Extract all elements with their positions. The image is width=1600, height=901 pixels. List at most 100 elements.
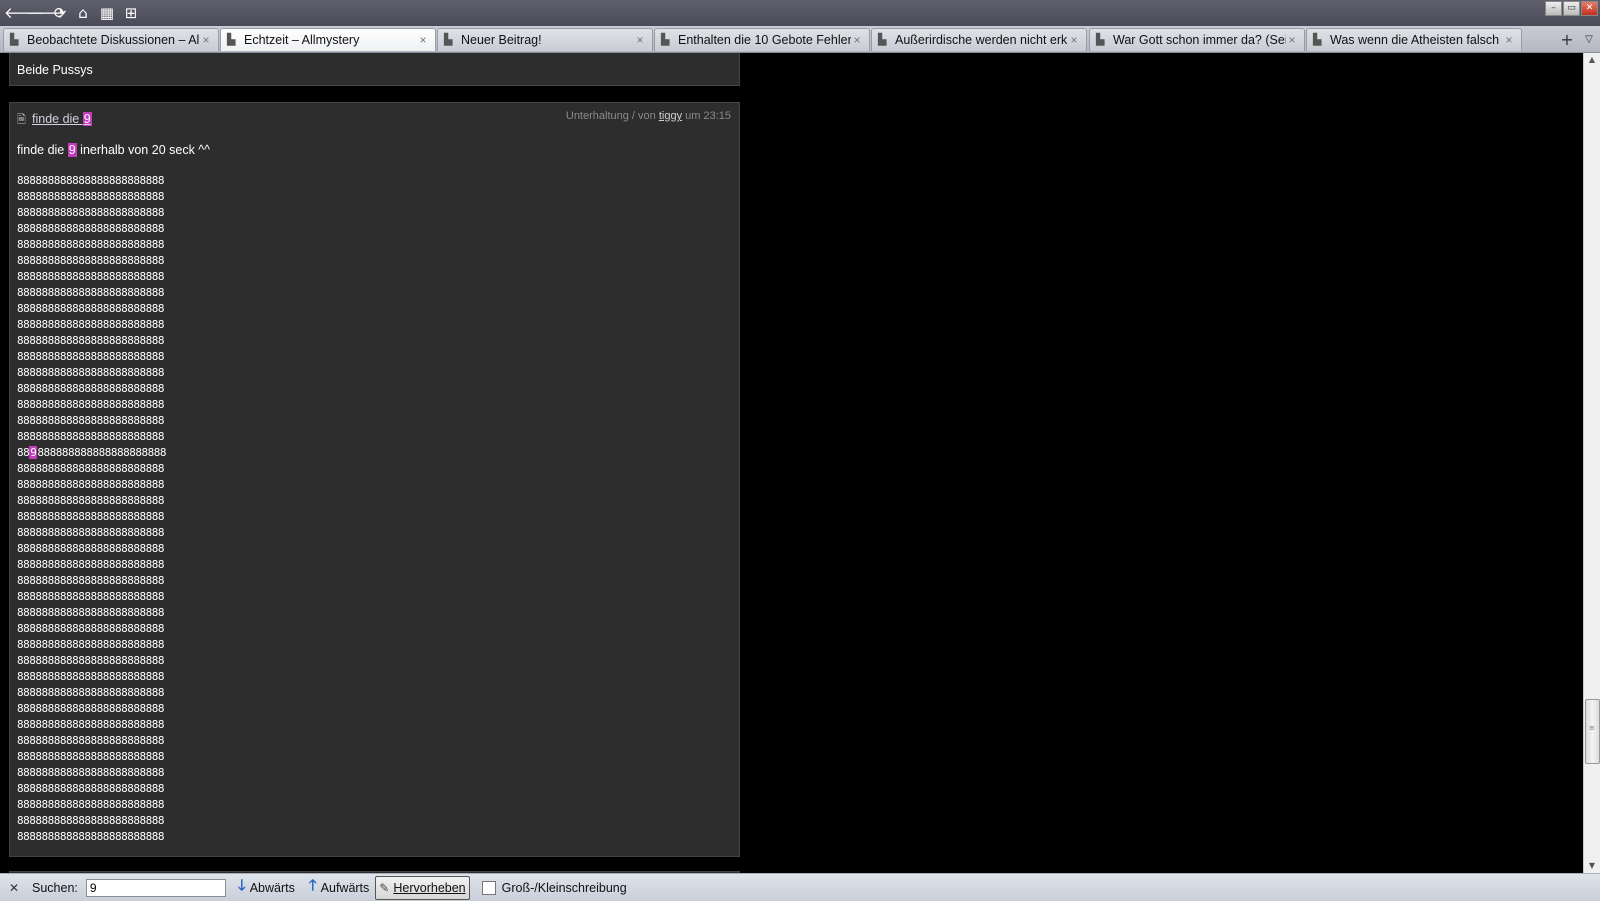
forward-arrow-icon[interactable]: 🡒 [26,3,66,23]
grid-line: 888888888888888888888888 [17,254,164,267]
minimize-button[interactable]: – [1545,1,1562,16]
grid-line: 888888888888888888888888 [17,558,164,571]
page-icon: ▙ [227,33,236,46]
grid-line: 888888888888888888888888 [17,510,164,523]
grid-line: 888888888888888888888888 [17,766,164,779]
browser-tab[interactable]: ▙ War Gott schon immer da? (Seit... × [1089,28,1305,51]
back-arrow-icon[interactable]: 🡐 [4,3,44,23]
grid-line: 888888888888888888888888 [17,526,164,539]
grid-line: 888888888888888888888888 [17,270,164,283]
grid-line-suffix: 888888888888888888888 [37,446,166,459]
grid-line: 888888888888888888888888 [17,398,164,411]
find-bar: ✕ Suchen: 🡓Abwärts 🡑Aufwärts ✎Hervorhebe… [0,873,1600,901]
tab-label: Beobachtete Diskussionen – All... [27,33,200,47]
search-highlight: 9 [67,143,77,157]
tab-close-icon[interactable]: × [417,33,429,47]
tab-close-icon[interactable]: × [1068,33,1080,47]
post-title-link[interactable]: finde die 9 [32,112,92,126]
find-previous-label: Aufwärts [320,880,370,895]
grid-line: 888888888888888888888888 [17,350,164,363]
grid-line: 888888888888888888888888 [17,478,164,491]
tiles-icon[interactable]: ▦ [97,3,117,23]
grid-line: 888888888888888888888888 [17,590,164,603]
post-text: Beide Pussys [17,63,93,77]
post-intro: finde die 9 inerhalb von 20 seck ^^ [17,143,210,157]
grid-line: 888888888888888888888888 [17,606,164,619]
find-input[interactable] [85,878,226,897]
grid-line: 888888888888888888888888 [17,222,164,235]
intro-text: finde die [17,143,68,157]
scrollbar-thumb[interactable]: ≡ [1585,699,1600,764]
browser-tab[interactable]: ▙ Außerirdische werden nicht erk... × [871,28,1087,51]
post-time: um 23:15 [682,110,731,122]
checkbox-box[interactable] [481,880,496,895]
tab-close-icon[interactable]: × [634,33,646,47]
previous-post: Beide Pussys [9,53,740,86]
tab-close-icon[interactable]: × [1286,33,1298,47]
page-icon: ▙ [1096,33,1105,46]
grid-line: 888888888888888888888888 [17,542,164,555]
post-title-text: finde die [32,112,83,126]
grid-line: 888888888888888888888888 [17,414,164,427]
arrow-up-icon: 🡑 [308,877,317,894]
close-window-button[interactable]: ✕ [1581,1,1598,16]
scroll-down-arrow-icon[interactable]: ▼ [1584,859,1600,873]
scroll-up-arrow-icon[interactable]: ▲ [1584,53,1600,67]
grid-line: 888888888888888888888888 [17,718,164,731]
match-case-checkbox[interactable]: Groß-/Kleinschreibung [480,877,629,899]
page-icon: ▙ [661,33,670,46]
browser-tab[interactable]: ▙ Enthalten die 10 Gebote Fehler? ...× [654,28,870,51]
grid-line: 888888888888888888888888 [17,318,164,331]
grid-line: 888888888888888888888888 [17,462,164,475]
tab-close-icon[interactable]: × [1503,33,1515,47]
maximize-button[interactable]: ▭ [1563,1,1580,16]
author-link[interactable]: tiggy [659,110,682,122]
page-icon: ▙ [1313,33,1322,46]
grid-line: 888888888888888888888888 [17,494,164,507]
grid-line: 888888888888888888888888 [17,750,164,763]
match-case-label: Groß-/Kleinschreibung [501,880,627,895]
grid-line: 888888888888888888888888 [17,334,164,347]
grip-icon: ≡ [1589,724,1595,732]
tab-label: Echtzeit – Allmystery [244,33,360,47]
grid-line: 889888888888888888888888 [17,445,166,461]
highlight-all-button[interactable]: ✎ Hervorheben [375,875,470,900]
find-previous-button[interactable]: 🡑 Aufwärts [307,877,371,899]
page-icon: ▙ [878,33,887,46]
search-highlight: 9 [82,112,92,126]
tab-close-icon[interactable]: × [851,33,863,47]
tab-label: Außerirdische werden nicht erk... [895,33,1068,47]
tab-list-button[interactable]: ▽ [1581,30,1597,50]
grid-line: 888888888888888888888888 [17,782,164,795]
bookmark-icon[interactable]: ⊞ [121,3,141,23]
grid-line-prefix: 88 [17,446,30,459]
close-findbar-icon[interactable]: ✕ [6,881,22,895]
grid-line: 888888888888888888888888 [17,830,164,843]
find-next-label: Abwärts [249,880,295,895]
browser-tab[interactable]: ▙ Was wenn die Atheisten falsch li... × [1306,28,1522,51]
document-icon: 🗎 [17,114,26,126]
tab-label: Was wenn die Atheisten falsch li... [1330,33,1503,47]
browser-tab[interactable]: ▙ Beobachtete Diskussionen – All... × [3,28,219,51]
grid-line: 888888888888888888888888 [17,638,164,651]
home-icon[interactable]: ⌂ [73,3,93,23]
grid-line: 888888888888888888888888 [17,302,164,315]
browser-tab[interactable]: ▙ Echtzeit – Allmystery × [220,28,436,51]
tab-close-icon[interactable]: × [200,33,212,47]
new-tab-button[interactable]: + [1557,30,1577,50]
find-next-button[interactable]: 🡓 Abwärts [236,877,297,899]
tab-label: Enthalten die 10 Gebote Fehler? ... [678,33,851,47]
browser-tab[interactable]: ▙ Neuer Beitrag! × [437,28,653,51]
grid-line: 888888888888888888888888 [17,174,164,187]
grid-line: 888888888888888888888888 [17,622,164,635]
highlight-label: Hervorheben [393,880,466,895]
tab-label: War Gott schon immer da? (Seit... [1113,33,1286,47]
post-meta: Unterhaltung / von tiggy um 23:15 [566,110,731,122]
page-icon: ▙ [444,33,453,46]
vertical-scrollbar[interactable]: ▲ ≡ ▼ [1583,53,1600,873]
grid-line: 888888888888888888888888 [17,734,164,747]
find-label: Suchen: [32,880,78,895]
grid-line: 888888888888888888888888 [17,206,164,219]
reload-icon[interactable]: ⟳ [50,3,70,23]
tab-strip: ▙ Beobachtete Diskussionen – All... × ▙ Echt… [0,26,1600,53]
